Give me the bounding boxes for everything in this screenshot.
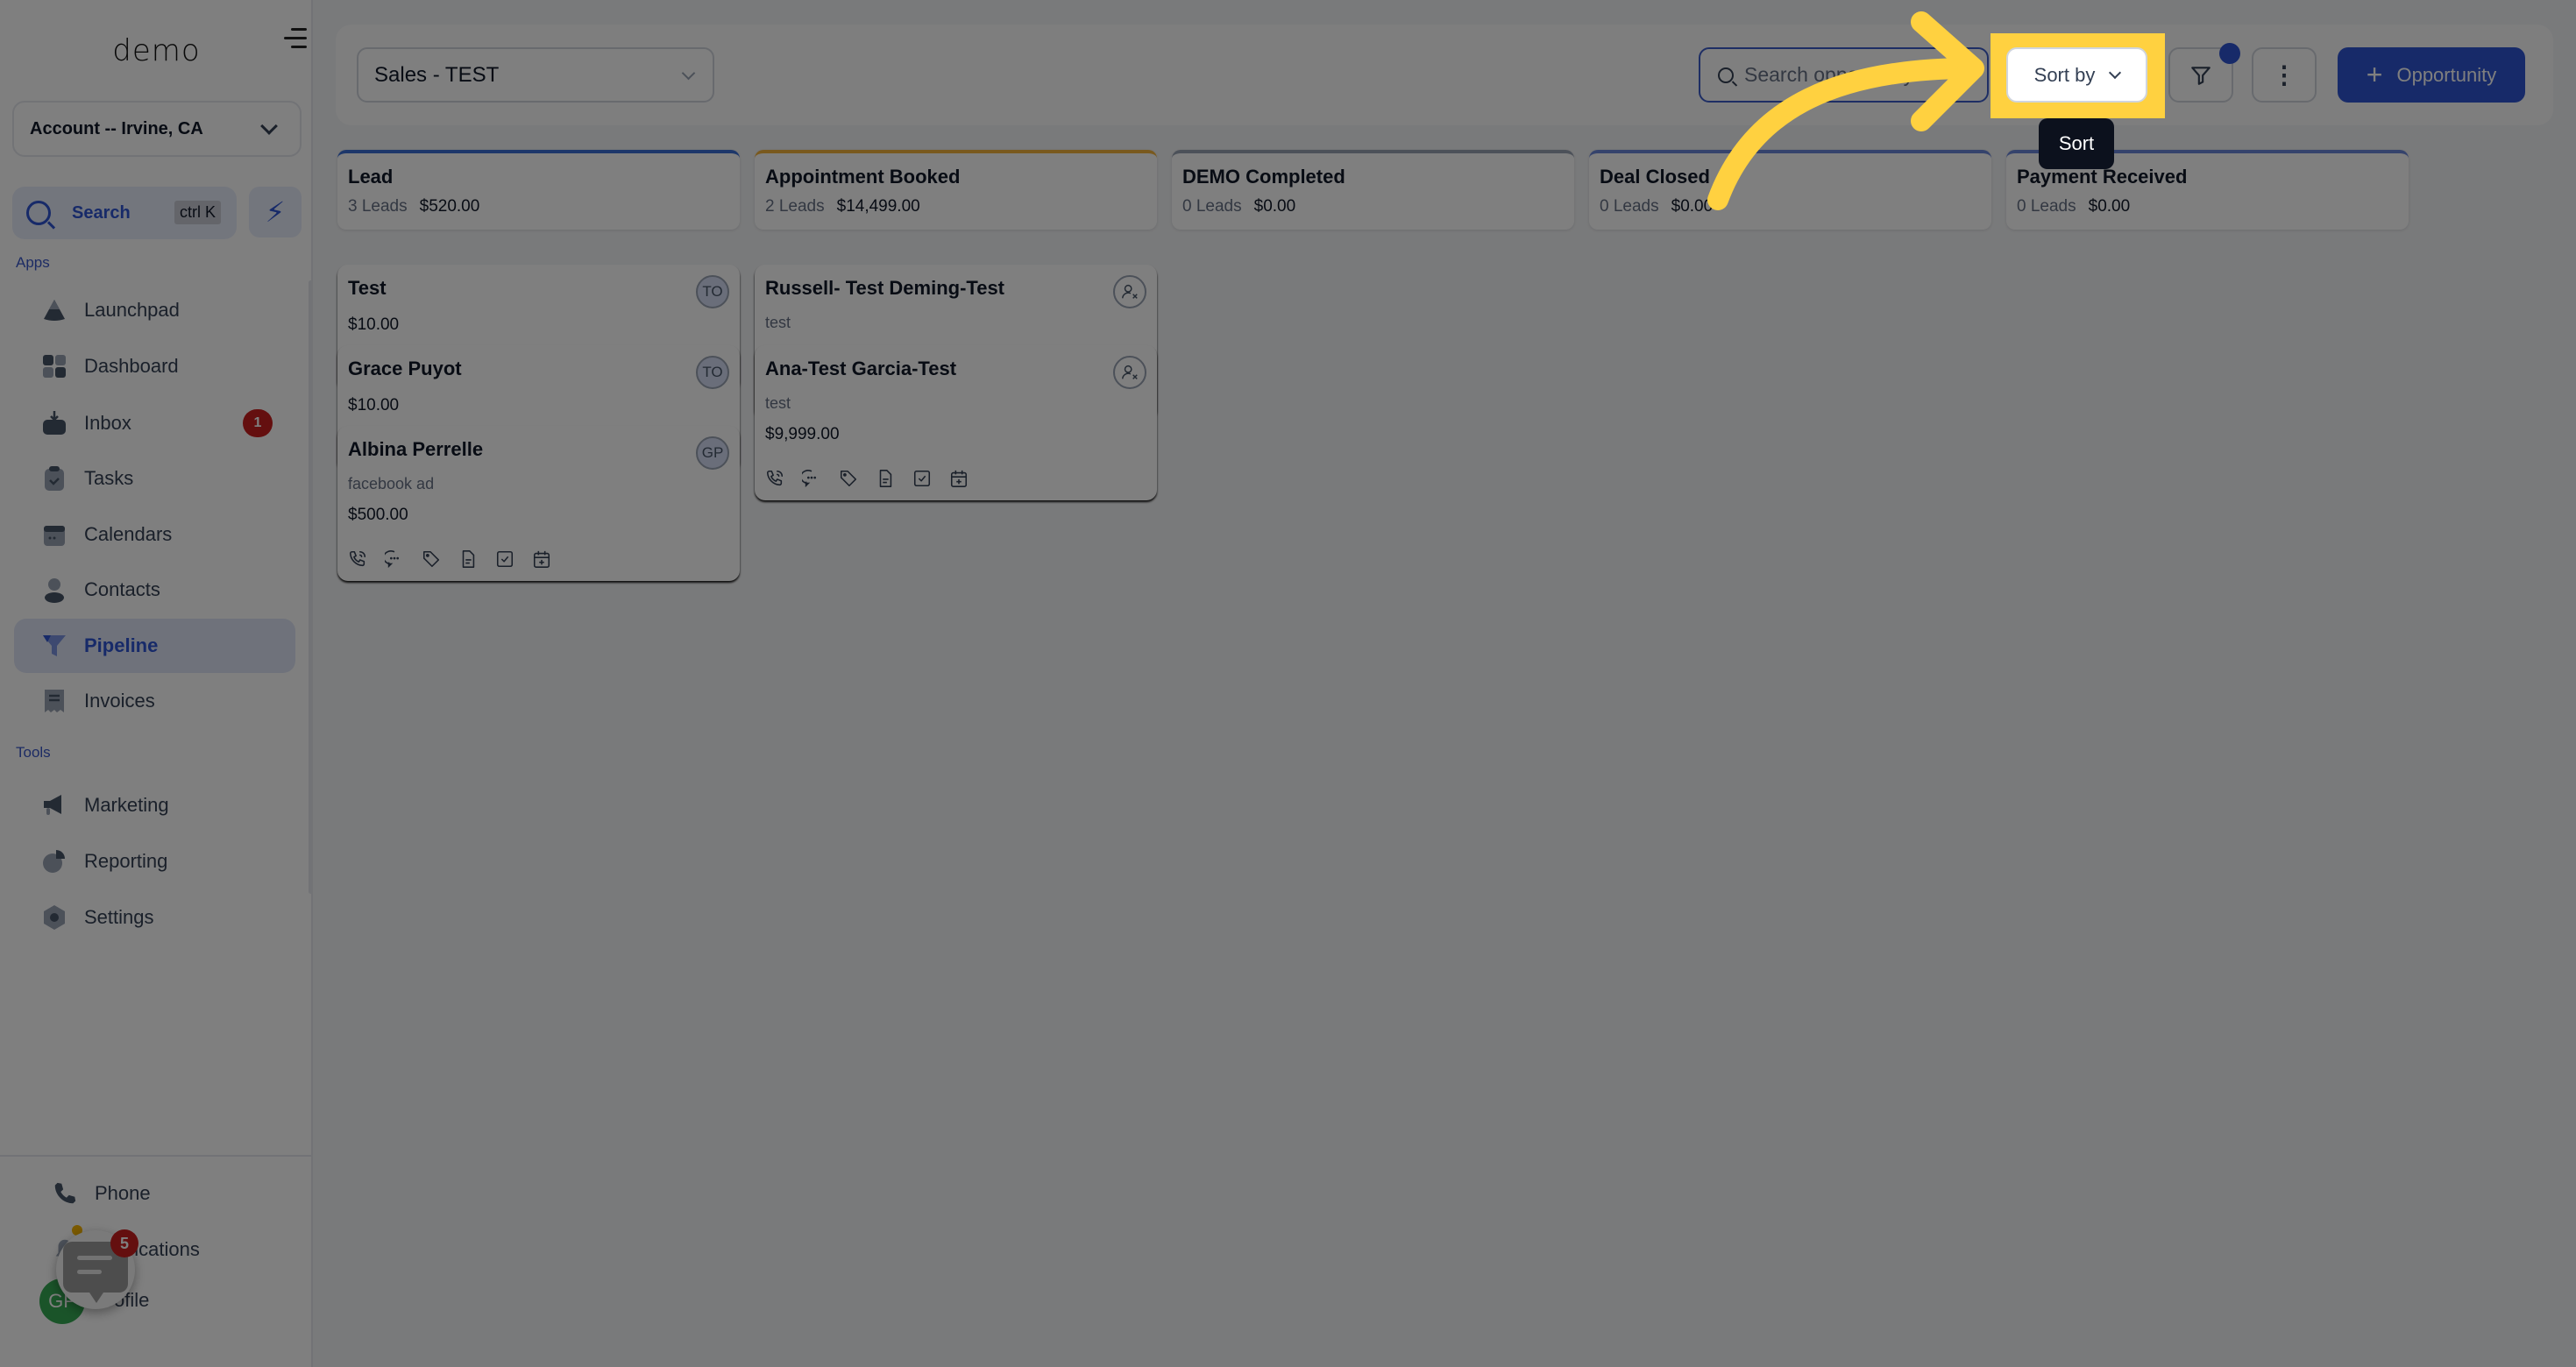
sort-by-label: Sort by [2033, 63, 2096, 86]
dim-overlay [0, 0, 2576, 1367]
chevron-down-icon [2109, 66, 2122, 79]
sort-tooltip: Sort [2039, 118, 2114, 169]
sort-by-button[interactable]: Sort by [2006, 47, 2147, 103]
